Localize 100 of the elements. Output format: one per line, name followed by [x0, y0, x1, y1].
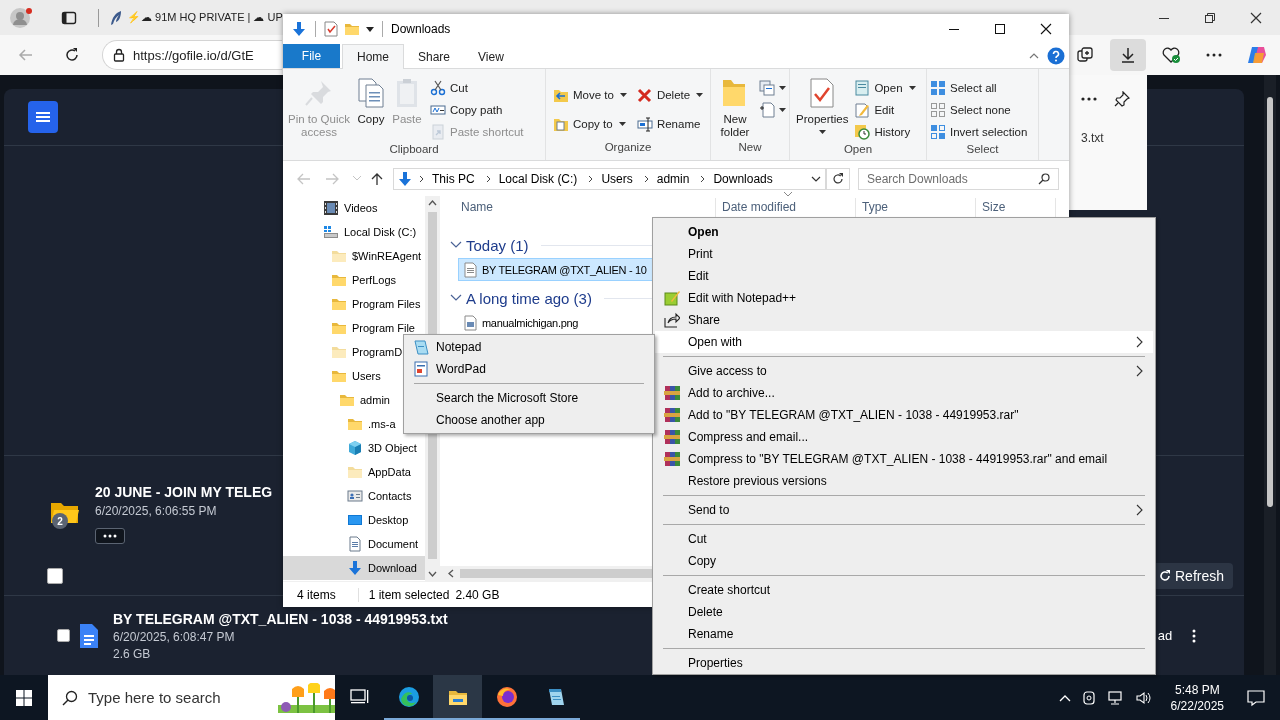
menu-item[interactable]: Share: [655, 309, 1153, 331]
cut-button[interactable]: Cut: [430, 77, 524, 99]
properties-button[interactable]: Properties: [793, 73, 852, 134]
caret-icon[interactable]: [811, 175, 821, 182]
tab-actions-icon[interactable]: [61, 9, 77, 26]
menu-item[interactable]: Compress to "BY TELEGRAM @TXT_ALIEN - 1038 - 44919953.rar" and email: [655, 448, 1153, 470]
search-bar[interactable]: Type here to search: [48, 675, 335, 720]
new-folder-button[interactable]: New folder: [714, 73, 756, 139]
address-bar[interactable]: https://gofile.io/d/GtE: [102, 40, 282, 70]
notifications-icon[interactable]: [1246, 688, 1266, 707]
browser-tab[interactable]: ⚡☁ 91M HQ PRIVATE | ☁ UP: [105, 3, 283, 32]
scrollbar[interactable]: [1264, 75, 1276, 675]
edit-button[interactable]: Edit: [854, 99, 916, 121]
tree-item[interactable]: 3D Object: [283, 436, 417, 460]
menu-button[interactable]: [28, 101, 58, 133]
refresh-button[interactable]: [827, 167, 850, 190]
file-item[interactable]: manualmichigan.png: [458, 311, 580, 334]
caret-icon[interactable]: [366, 25, 374, 33]
menu-item[interactable]: WordPad: [406, 358, 652, 380]
tree-item[interactable]: ProgramD: [283, 340, 403, 364]
more-icon[interactable]: [1081, 97, 1097, 101]
ribbon-tab[interactable]: Home: [342, 44, 404, 69]
downloads-button[interactable]: [1109, 39, 1146, 71]
restore-icon[interactable]: [1204, 11, 1216, 24]
checkbox[interactable]: [47, 568, 63, 584]
more-button[interactable]: [95, 528, 125, 544]
collections-icon[interactable]: [1075, 46, 1094, 64]
tree-item[interactable]: Local Disk (C:): [283, 220, 417, 244]
search-field[interactable]: Search Downloads: [867, 171, 1038, 186]
breadcrumb-item[interactable]: Downloads: [713, 171, 773, 186]
taskbar-button[interactable]: [433, 675, 482, 720]
file-menu-button[interactable]: File: [283, 44, 340, 68]
kebab-icon[interactable]: [1192, 628, 1197, 643]
tree-item[interactable]: $WinREAgent: [283, 244, 422, 268]
scrollbar[interactable]: [440, 566, 652, 581]
menu-item[interactable]: Send to: [655, 499, 1153, 521]
breadcrumb-item[interactable]: admin: [656, 171, 690, 186]
breadcrumb-item[interactable]: Users: [601, 171, 633, 186]
tree-item[interactable]: Program Files: [283, 292, 421, 316]
open-button[interactable]: Open: [854, 77, 916, 99]
heart-pulse-icon[interactable]: [1160, 46, 1181, 64]
copy-button[interactable]: Copy: [354, 73, 388, 126]
tree-item[interactable]: PerfLogs: [283, 268, 397, 292]
tree-item[interactable]: Users: [283, 364, 381, 388]
history-button[interactable]: History: [854, 121, 916, 143]
folder-name[interactable]: 20 JUNE - JOIN MY TELEG: [95, 484, 273, 500]
tree-item[interactable]: Videos: [283, 196, 378, 220]
menu-item[interactable]: Create shortcut: [655, 579, 1153, 601]
address-field[interactable]: https://gofile.io/d/GtE: [133, 47, 273, 63]
up-icon[interactable]: [371, 171, 383, 186]
menu-item[interactable]: Give access to: [655, 360, 1153, 382]
tree-item[interactable]: Download: [283, 556, 425, 580]
menu-item[interactable]: Properties: [655, 652, 1153, 674]
copy-to-button[interactable]: Copy to: [553, 113, 627, 135]
menu-item[interactable]: Compress and email...: [655, 426, 1153, 448]
menu-item[interactable]: Edit with Notepad++: [655, 287, 1153, 309]
pin-icon[interactable]: [1114, 91, 1130, 107]
camera-icon[interactable]: [1080, 689, 1097, 706]
tree-item[interactable]: .ms-a: [283, 412, 396, 436]
menu-item[interactable]: Add to "BY TELEGRAM @TXT_ALIEN - 1038 - 44919953.rar": [655, 404, 1153, 426]
menu-item[interactable]: Delete: [655, 601, 1153, 623]
menu-item[interactable]: Cut: [655, 528, 1153, 550]
tree-item[interactable]: Contacts: [283, 484, 412, 508]
menu-item[interactable]: Open: [655, 221, 1153, 243]
rename-button[interactable]: Rename: [636, 113, 704, 135]
breadcrumb-item[interactable]: This PC: [432, 171, 475, 186]
easy-access-button[interactable]: [759, 99, 786, 121]
ribbon-tab[interactable]: View: [464, 45, 518, 68]
group-header[interactable]: A long time ago (3): [450, 285, 652, 311]
download-icon[interactable]: [291, 21, 307, 37]
tree-item[interactable]: Document: [283, 532, 419, 556]
select-all-button[interactable]: Select all: [930, 77, 1028, 99]
menu-item[interactable]: Restore previous versions: [655, 470, 1153, 492]
checkbox[interactable]: [57, 629, 70, 642]
help-icon[interactable]: [1047, 47, 1065, 65]
network-icon[interactable]: [1106, 689, 1125, 706]
download-button[interactable]: ad: [1155, 624, 1175, 647]
tree-item[interactable]: admin: [283, 388, 390, 412]
search-field[interactable]: Type here to search: [88, 689, 268, 706]
select-none-button[interactable]: Select none: [930, 99, 1028, 121]
copilot-icon[interactable]: [1245, 44, 1268, 66]
delete-button[interactable]: Delete: [636, 84, 704, 106]
move-to-button[interactable]: Move to: [553, 84, 627, 106]
menu-item[interactable]: Choose another app: [406, 409, 652, 431]
group-header[interactable]: Today (1): [450, 232, 652, 258]
avatar-icon[interactable]: [9, 6, 35, 29]
menu-item[interactable]: Search the Microsoft Store: [406, 387, 652, 409]
menu-item[interactable]: Rename: [655, 623, 1153, 645]
new-item-button[interactable]: [759, 77, 786, 99]
copy-path-button[interactable]: Copy path: [430, 99, 524, 121]
breadcrumb-item[interactable]: Local Disk (C:): [498, 171, 578, 186]
address-bar[interactable]: This PC Local Disk (C:) Users admin Downloads: [393, 167, 827, 190]
maximize-icon[interactable]: [994, 23, 1006, 35]
clock[interactable]: 5:48 PM 6/22/2025: [1170, 681, 1224, 714]
tree-item[interactable]: AppData: [283, 460, 411, 484]
menu-item[interactable]: Add to archive...: [655, 382, 1153, 404]
ribbon-tab[interactable]: Share: [404, 45, 465, 68]
tree-item[interactable]: Desktop: [283, 508, 409, 532]
menu-item[interactable]: Copy: [655, 550, 1153, 572]
file-name[interactable]: BY TELEGRAM @TXT_ALIEN - 1038 - 44919953.txt: [113, 610, 448, 627]
